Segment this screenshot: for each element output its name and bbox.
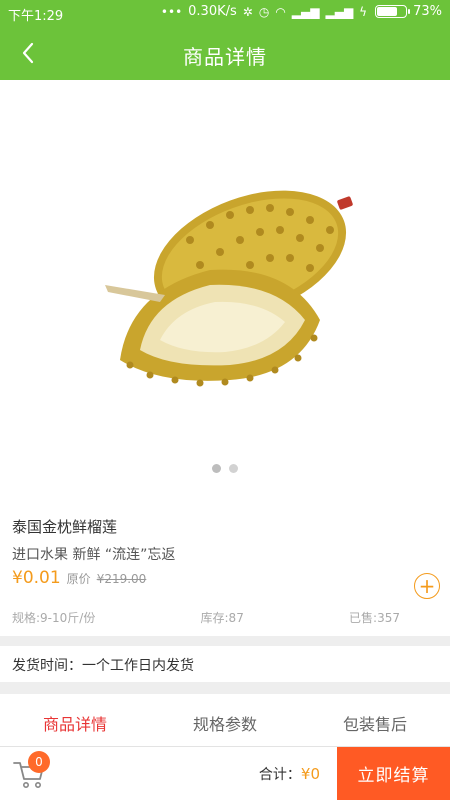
divider <box>0 636 450 646</box>
product-gallery[interactable] <box>0 80 450 500</box>
product-subtitle: 进口水果 新鲜 “流连”忘返 <box>12 547 176 563</box>
price-row: ¥0.01 原价 ¥219.00 <box>12 568 146 588</box>
tab-product-details[interactable]: 商品详情 <box>0 694 150 746</box>
network-speed: 0.30K/s <box>188 4 237 19</box>
product-name: 泰国金枕鲜榴莲 <box>12 518 118 536</box>
status-icons: ••• 0.30K/s ✲ ◷ ◠ ▂▄▆ ▂▄▆ ϟ 73% <box>161 4 442 19</box>
app-header: 商品详情 <box>0 26 450 80</box>
charging-icon: ϟ <box>359 4 368 19</box>
spec-text: 规格:9-10斤/份 <box>12 611 96 625</box>
checkout-button[interactable]: 立即结算 <box>337 747 450 800</box>
shipping-text: 发货时间：一个工作日内发货 <box>12 658 194 674</box>
plus-circle-icon: + <box>418 574 436 598</box>
pagination-dot[interactable] <box>229 464 238 473</box>
pagination-dot[interactable] <box>212 464 221 473</box>
sold-text: 已售:357 <box>349 611 400 625</box>
total-label: 合计： <box>258 767 301 783</box>
product-meta: 规格:9-10斤/份 库存:87 已售:357 <box>12 609 400 626</box>
wifi-icon: ◠ <box>275 4 286 19</box>
product-info: 泰国金枕鲜榴莲 进口水果 新鲜 “流连”忘返 ¥0.01 原价 ¥219.00 … <box>0 510 450 636</box>
page-title: 商品详情 <box>183 45 267 69</box>
vibrate-icon: ✲ <box>242 4 253 19</box>
shipping-info: 发货时间：一个工作日内发货 <box>0 646 450 682</box>
total-amount: ¥0 <box>300 765 320 783</box>
battery-icon <box>375 5 411 18</box>
status-time: 下午1:29 <box>8 9 64 24</box>
battery-percent: 73% <box>413 4 442 19</box>
more-dots-icon: ••• <box>160 4 183 19</box>
divider <box>0 682 450 694</box>
gallery-pagination[interactable] <box>0 464 450 473</box>
stock-text: 库存:87 <box>200 611 244 625</box>
cart-count-badge: 0 <box>28 751 50 773</box>
detail-tabs: 商品详情 规格参数 包装售后 <box>0 694 450 746</box>
original-price: ¥219.00 <box>96 572 147 586</box>
bottom-bar: 0 合计：¥0 立即结算 <box>0 746 450 800</box>
original-price-label: 原价 <box>66 572 91 586</box>
tab-packaging-aftersales[interactable]: 包装售后 <box>300 694 450 746</box>
signal-2-icon: ▂▄▆ <box>325 4 354 19</box>
tab-specifications[interactable]: 规格参数 <box>150 694 300 746</box>
add-to-cart-button[interactable]: + <box>414 573 440 599</box>
current-price: ¥0.01 <box>12 568 61 588</box>
alarm-icon: ◷ <box>258 4 270 19</box>
total-price: 合计：¥0 <box>259 764 320 784</box>
signal-icon: ▂▄▆ <box>291 4 320 19</box>
status-bar: 下午1:29 ••• 0.30K/s ✲ ◷ ◠ ▂▄▆ ▂▄▆ ϟ 73% <box>0 0 450 26</box>
product-image <box>105 190 353 387</box>
